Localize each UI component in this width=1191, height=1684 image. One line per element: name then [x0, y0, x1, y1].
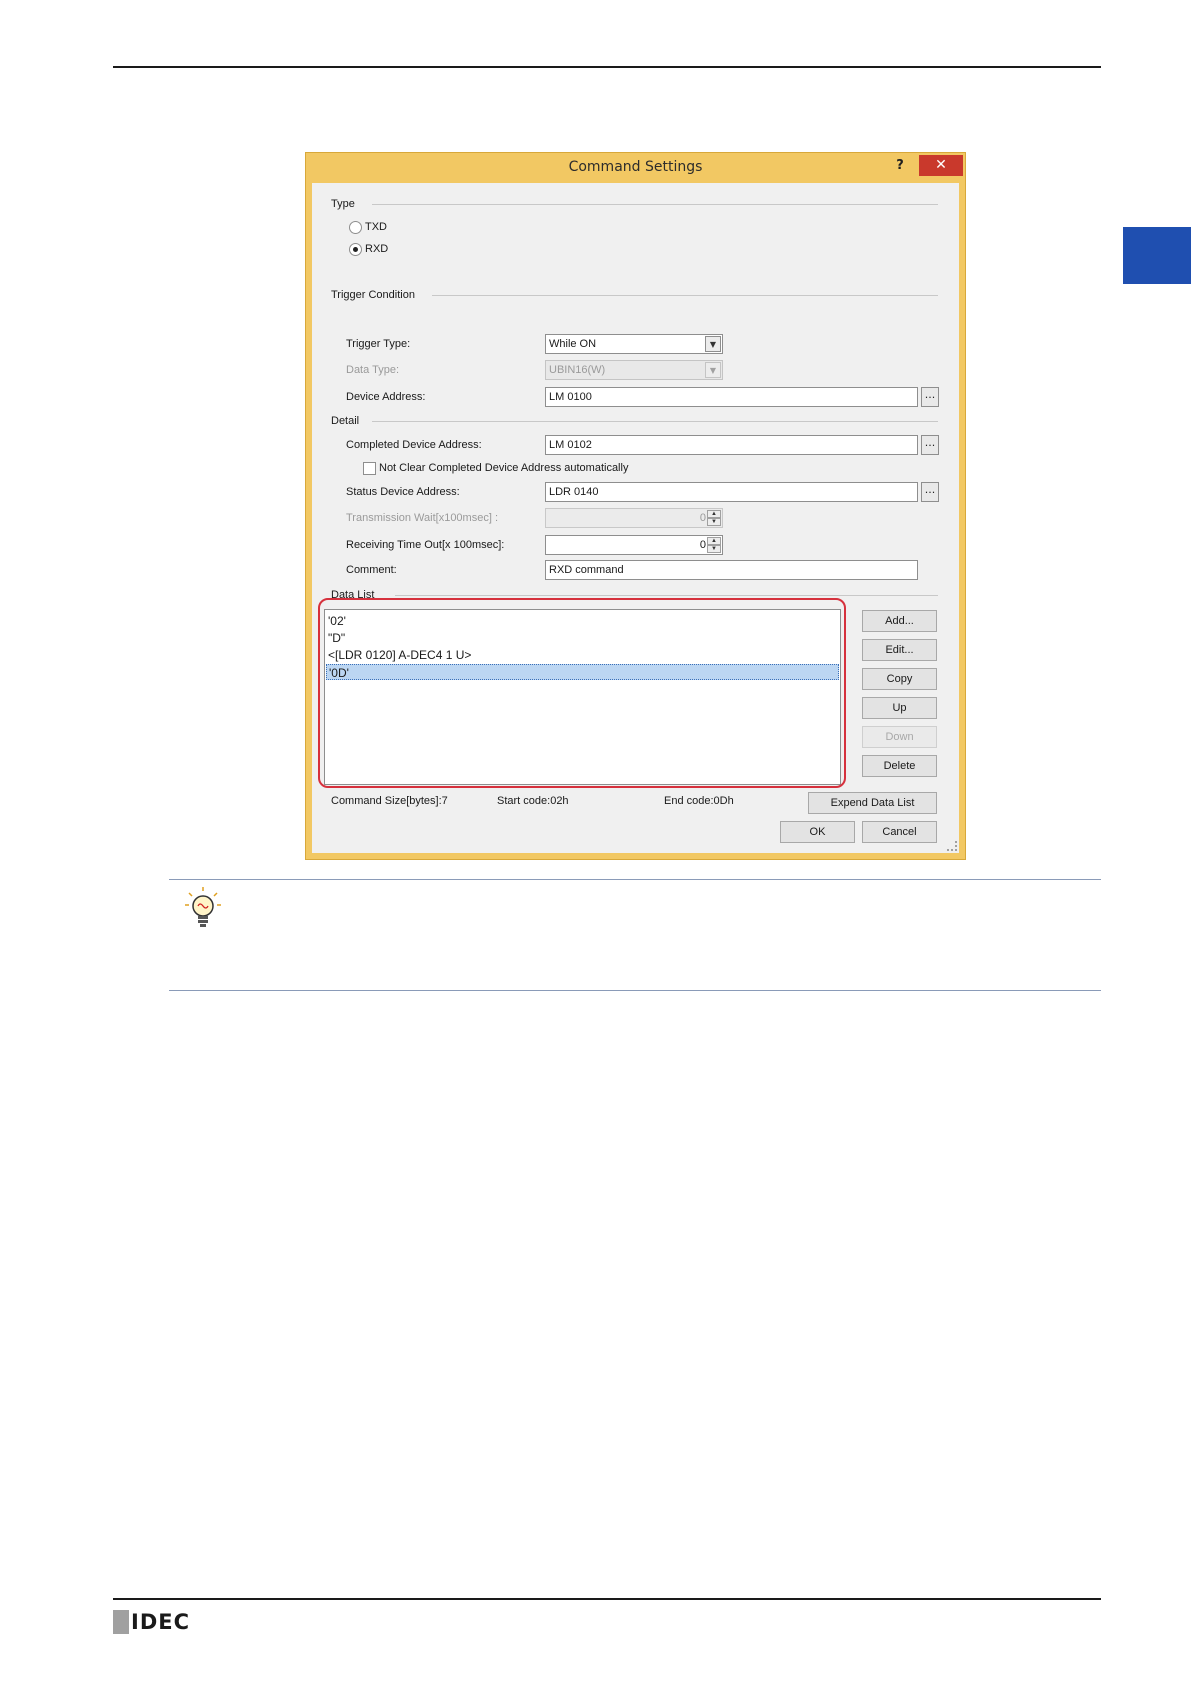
logo-text: IDEC	[131, 1610, 191, 1634]
data-list-highlight-frame	[318, 598, 846, 788]
title-bar[interactable]: Command Settings ? ✕	[306, 153, 965, 183]
spin-down-icon[interactable]: ▼	[707, 545, 721, 553]
chevron-down-icon[interactable]: ▼	[705, 336, 721, 352]
detail-group-label: Detail	[331, 415, 360, 427]
idec-logo: IDEC	[113, 1609, 190, 1635]
detail-group-line	[372, 421, 938, 422]
receiving-timeout-field[interactable]: 0 ▲ ▼	[545, 535, 723, 555]
data-type-label: Data Type:	[346, 364, 399, 376]
command-size-label: Command Size[bytes]:7	[331, 795, 448, 807]
lightbulb-icon	[185, 887, 221, 927]
receiving-timeout-label: Receiving Time Out[x 100msec]:	[346, 539, 505, 551]
status-address-browse-button[interactable]: ...	[921, 482, 939, 502]
down-button[interactable]: Down	[862, 726, 937, 748]
footer-rule	[113, 1598, 1101, 1600]
status-address-label: Status Device Address:	[346, 486, 460, 498]
spin-down-icon[interactable]: ▼	[707, 518, 721, 526]
start-code-label: Start code:02h	[497, 795, 569, 807]
receiving-timeout-value: 0	[699, 539, 706, 551]
not-clear-checkbox[interactable]	[363, 462, 376, 475]
cancel-button[interactable]: Cancel	[862, 821, 937, 843]
trigger-group-label: Trigger Condition	[331, 289, 415, 301]
transmission-wait-value: 0	[699, 512, 706, 524]
comment-field[interactable]: RXD command	[545, 560, 918, 580]
comment-label: Comment:	[346, 564, 397, 576]
not-clear-label[interactable]: Not Clear Completed Device Address autom…	[379, 462, 628, 474]
trigger-type-value: While ON	[549, 338, 597, 350]
help-button[interactable]: ?	[889, 156, 911, 176]
trigger-group-line	[432, 295, 938, 296]
copy-button[interactable]: Copy	[862, 668, 937, 690]
type-group-label: Type	[331, 198, 355, 210]
trigger-type-select[interactable]: While ON ▼	[545, 334, 723, 354]
header-rule	[113, 66, 1101, 68]
expand-data-list-button[interactable]: Expend Data List	[808, 792, 937, 814]
spin-up-icon[interactable]: ▲	[707, 537, 721, 545]
logo-mark	[113, 1610, 129, 1634]
data-type-value: UBIN16(W)	[549, 364, 606, 376]
edit-button[interactable]: Edit...	[862, 639, 937, 661]
device-address-field[interactable]: LM 0100	[545, 387, 918, 407]
up-button[interactable]: Up	[862, 697, 937, 719]
txd-label[interactable]: TXD	[365, 221, 387, 233]
status-address-field[interactable]: LDR 0140	[545, 482, 918, 502]
dialog-title: Command Settings	[568, 159, 703, 175]
completed-address-label: Completed Device Address:	[346, 439, 482, 451]
rxd-label[interactable]: RXD	[365, 243, 388, 255]
chapter-tab	[1123, 227, 1191, 284]
trigger-type-label: Trigger Type:	[346, 338, 411, 350]
receiving-timeout-spinner[interactable]: ▲ ▼	[707, 537, 721, 553]
spin-up-icon[interactable]: ▲	[707, 510, 721, 518]
rxd-radio[interactable]	[349, 243, 362, 256]
transmission-wait-field[interactable]: 0 ▲ ▼	[545, 508, 723, 528]
tip-bottom-rule	[169, 990, 1101, 991]
type-group-line	[372, 204, 938, 205]
chevron-down-icon[interactable]: ▼	[705, 362, 721, 378]
tip-top-rule	[169, 879, 1101, 880]
txd-radio[interactable]	[349, 221, 362, 234]
device-address-label: Device Address:	[346, 391, 426, 403]
completed-address-browse-button[interactable]: ...	[921, 435, 939, 455]
data-type-select[interactable]: UBIN16(W) ▼	[545, 360, 723, 380]
transmission-wait-spinner[interactable]: ▲ ▼	[707, 510, 721, 526]
add-button[interactable]: Add...	[862, 610, 937, 632]
transmission-wait-label: Transmission Wait[x100msec] :	[346, 512, 499, 524]
data-list-group-line	[395, 595, 938, 596]
delete-button[interactable]: Delete	[862, 755, 937, 777]
device-address-browse-button[interactable]: ...	[921, 387, 939, 407]
close-button[interactable]: ✕	[919, 155, 963, 176]
ok-button[interactable]: OK	[780, 821, 855, 843]
completed-address-field[interactable]: LM 0102	[545, 435, 918, 455]
resize-grip-icon[interactable]	[947, 841, 957, 851]
end-code-label: End code:0Dh	[664, 795, 734, 807]
